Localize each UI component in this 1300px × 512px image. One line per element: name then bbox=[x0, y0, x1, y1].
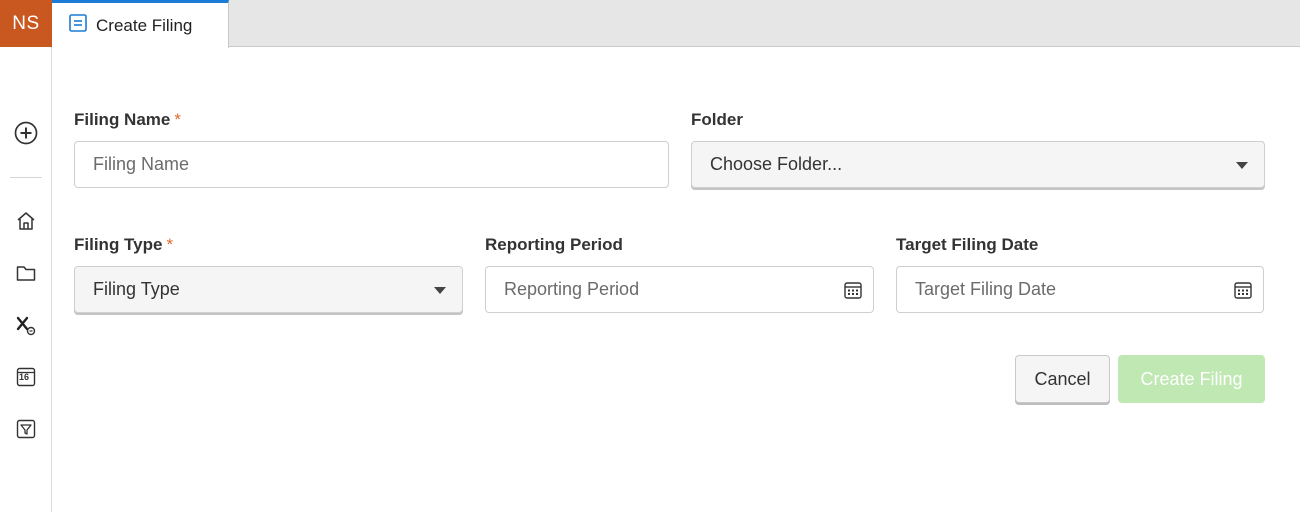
reporting-period-label: Reporting Period bbox=[485, 235, 623, 254]
filing-name-label: Filing Name * bbox=[74, 110, 181, 130]
calendar-16-icon[interactable]: 16 bbox=[12, 363, 40, 391]
avatar[interactable]: NS bbox=[0, 0, 52, 47]
cancel-button[interactable]: Cancel bbox=[1015, 355, 1110, 403]
required-mark: * bbox=[174, 110, 181, 129]
reporting-period-placeholder: Reporting Period bbox=[504, 279, 640, 299]
left-rail: NS 16 bbox=[0, 0, 52, 512]
required-mark: * bbox=[166, 235, 174, 254]
calendar-16-label: 16 bbox=[19, 372, 30, 382]
chevron-down-icon bbox=[1236, 162, 1248, 169]
tab-create-filing[interactable]: Create Filing bbox=[52, 0, 229, 48]
calendar-icon[interactable] bbox=[1233, 280, 1253, 300]
filing-type-select-value: Filing Type bbox=[93, 279, 180, 299]
target-filing-date-label: Target Filing Date bbox=[896, 235, 1039, 254]
form-icon bbox=[68, 13, 88, 38]
tab-label: Create Filing bbox=[96, 15, 193, 35]
folder-select[interactable]: Choose Folder... bbox=[691, 141, 1265, 188]
create-filing-button[interactable]: Create Filing bbox=[1118, 355, 1265, 403]
filing-name-label-text: Filing Name bbox=[74, 110, 171, 129]
folder-select-value: Choose Folder... bbox=[710, 154, 843, 174]
tax-icon[interactable] bbox=[12, 311, 40, 339]
filing-type-select[interactable]: Filing Type bbox=[74, 266, 463, 313]
home-icon[interactable] bbox=[12, 207, 40, 235]
filing-type-label-text: Filing Type bbox=[74, 235, 163, 254]
plus-circle-icon[interactable] bbox=[12, 119, 40, 147]
filing-name-placeholder: Filing Name bbox=[93, 154, 190, 174]
target-filing-date-input[interactable]: Target Filing Date bbox=[896, 266, 1264, 313]
rail-divider bbox=[10, 177, 42, 178]
target-filing-date-placeholder: Target Filing Date bbox=[915, 279, 1057, 299]
funnel-icon[interactable] bbox=[12, 415, 40, 443]
folder-label: Folder bbox=[691, 110, 743, 129]
tab-bar: Create Filing bbox=[52, 0, 1300, 48]
filing-name-input[interactable]: Filing Name bbox=[74, 141, 669, 188]
reporting-period-input[interactable]: Reporting Period bbox=[485, 266, 874, 313]
folder-icon[interactable] bbox=[12, 259, 40, 287]
calendar-icon[interactable] bbox=[843, 280, 863, 300]
filing-type-label: Filing Type * bbox=[74, 235, 173, 255]
chevron-down-icon bbox=[434, 287, 446, 294]
